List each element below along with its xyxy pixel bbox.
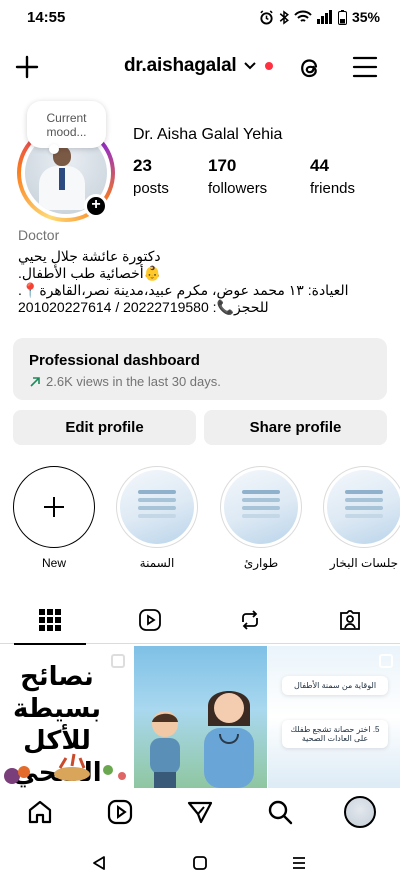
stat-friends-value: 44 [310, 156, 329, 175]
status-icons: 35% [259, 9, 380, 25]
highlight-new[interactable]: New [12, 466, 96, 570]
reels-icon [107, 799, 133, 825]
post-thumbnail[interactable]: الوقاية من سمنة الأطفال 5. اختر حصانة تش… [268, 646, 400, 788]
direct-icon [187, 801, 213, 824]
stat-followers-value: 170 [208, 156, 237, 175]
doctor-illustration [204, 691, 254, 788]
system-home[interactable] [189, 852, 211, 874]
bluetooth-icon [279, 9, 289, 25]
system-recents[interactable] [288, 852, 310, 874]
bio-line: العيادة: ١٣ محمد عوض، مكرم عبيد،مدينة نص… [18, 282, 349, 298]
notification-dot [264, 62, 273, 70]
share-profile-button[interactable]: Share profile [204, 410, 387, 445]
bio-line: دكتورة عائشة جلال يحيي [18, 248, 161, 264]
highlight-label: New [41, 556, 66, 570]
highlight-cover [224, 470, 298, 544]
back-icon [93, 856, 105, 870]
reels-icon [139, 609, 161, 631]
wifi-icon [294, 10, 312, 22]
grid-icon [39, 609, 61, 631]
stat-posts-value: 23 [133, 156, 152, 175]
stat-friends-label: friends [310, 180, 356, 197]
profile-bio: دكتورة عائشة جلال يحيي 👶أخصائية طب الأطف… [18, 248, 384, 316]
post-card: الوقاية من سمنة الأطفال [282, 676, 388, 695]
status-time: 14:55 [27, 9, 66, 26]
edit-profile-button[interactable]: Edit profile [13, 410, 196, 445]
bottom-navigation [0, 788, 400, 838]
plus-icon[interactable] [14, 54, 40, 80]
highlight-label: جلسات البخار [329, 556, 399, 570]
highlight-label: طوارئ [243, 556, 279, 570]
plus-icon [44, 497, 64, 517]
highlight-label: السمنة [139, 556, 175, 570]
tab-grid[interactable] [0, 596, 100, 645]
threads-icon[interactable] [296, 54, 324, 82]
battery-percent: 35% [351, 9, 380, 25]
highlight-item[interactable]: جلسات البخار [322, 466, 400, 570]
nav-profile[interactable] [344, 796, 376, 828]
profile-avatar [344, 796, 376, 828]
home-button-icon [193, 856, 207, 870]
profile-tabs [0, 596, 400, 645]
account-switcher[interactable]: dr.aishagalal [124, 55, 273, 77]
system-back[interactable] [88, 852, 110, 874]
note-bubble[interactable]: Current mood... [27, 101, 106, 154]
tab-tagged[interactable] [300, 596, 400, 644]
signal-icon [316, 10, 332, 24]
system-navigation [0, 840, 400, 889]
nav-direct[interactable] [184, 796, 216, 828]
tab-reposts[interactable] [200, 596, 300, 644]
home-icon [28, 800, 52, 824]
child-illustration [150, 711, 180, 788]
add-story-button[interactable]: + [84, 194, 108, 218]
professional-dashboard[interactable]: Professional dashboard 2.6K views in the… [13, 338, 387, 400]
reel-badge-icon [111, 654, 125, 668]
reel-badge-icon [379, 654, 393, 668]
profile-category: Doctor [18, 227, 60, 243]
tab-reels[interactable] [100, 596, 200, 644]
highlight-cover [327, 470, 400, 544]
stat-friends[interactable]: 44 friends [310, 156, 355, 197]
recents-icon [293, 857, 305, 869]
stat-followers-label: followers [208, 180, 268, 197]
post-card: 5. اختر حصانة تشجع طفلك على العادات الصح… [282, 720, 388, 748]
dashboard-title: Professional dashboard [29, 352, 200, 369]
post-thumbnail[interactable] [134, 646, 267, 788]
reposts-icon [242, 610, 258, 630]
stat-followers[interactable]: 170 followers [208, 156, 267, 197]
bio-line: 👶أخصائية طب الأطفال. [18, 265, 162, 281]
dashboard-subtitle: 2.6K views in the last 30 days. [46, 374, 221, 389]
nav-reels[interactable] [104, 796, 136, 828]
food-illustration [4, 753, 126, 784]
status-bar: 14:55 35% [0, 0, 400, 36]
chevron-down-icon [243, 62, 256, 70]
menu-icon[interactable] [352, 55, 378, 79]
full-name: Dr. Aisha Galal Yehia [133, 126, 283, 143]
nav-search[interactable] [264, 796, 296, 828]
nav-home[interactable] [24, 796, 56, 828]
username: dr.aishagalal [124, 55, 237, 76]
search-icon [268, 800, 293, 825]
tagged-icon [340, 610, 360, 630]
battery-icon [337, 9, 347, 25]
trend-up-icon [30, 376, 40, 387]
highlight-item[interactable]: السمنة [115, 466, 199, 570]
post-thumbnail[interactable]: نصائح بسيطة للأكل الصحي [0, 646, 133, 788]
alarm-icon [260, 9, 273, 25]
profile-top-bar: dr.aishagalal [0, 46, 400, 90]
highlight-cover [120, 470, 194, 544]
stat-posts[interactable]: 23 posts [133, 156, 169, 197]
bio-line: للحجز📞: 20222719580 / 201020227614 [18, 299, 269, 315]
posts-grid: نصائح بسيطة للأكل الصحي الوقاية من سمنة … [0, 646, 400, 788]
stat-posts-label: posts [133, 180, 169, 197]
highlight-item[interactable]: طوارئ [219, 466, 303, 570]
